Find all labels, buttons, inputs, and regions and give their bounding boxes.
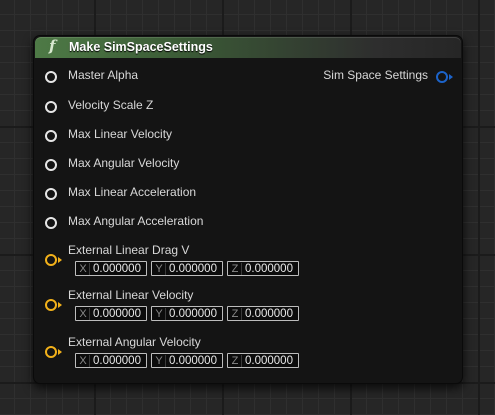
vector-x-field[interactable]: X 0.000000 [75, 261, 147, 276]
vector-x-field[interactable]: X 0.000000 [75, 353, 147, 368]
master-alpha-pin[interactable] [45, 71, 57, 83]
axis-x-label: X [76, 262, 90, 275]
axis-y-value: 0.000000 [169, 354, 217, 367]
external-linear-drag-v-pin[interactable] [45, 254, 62, 266]
max-linear-acceleration-label: Max Linear Acceleration [68, 185, 197, 199]
master-alpha-label: Master Alpha [68, 68, 139, 82]
axis-z-value: 0.000000 [245, 354, 293, 367]
external-linear-drag-v-fields: X 0.000000 Y 0.000000 Z 0.000000 [75, 261, 299, 276]
max-angular-velocity-label: Max Angular Velocity [68, 156, 180, 170]
axis-y-label: Y [152, 354, 166, 367]
vector-z-field[interactable]: Z 0.000000 [227, 306, 299, 321]
axis-x-value: 0.000000 [93, 354, 141, 367]
external-linear-velocity-label: External Linear Velocity [68, 288, 194, 302]
axis-y-label: Y [152, 307, 166, 320]
max-linear-velocity-pin[interactable] [45, 130, 57, 142]
vector-y-field[interactable]: Y 0.000000 [151, 353, 223, 368]
axis-y-value: 0.000000 [169, 307, 217, 320]
external-angular-velocity-label: External Angular Velocity [68, 335, 201, 349]
max-angular-velocity-pin[interactable] [45, 159, 57, 171]
axis-z-value: 0.000000 [245, 307, 293, 320]
axis-z-label: Z [228, 262, 242, 275]
max-angular-acceleration-label: Max Angular Acceleration [68, 214, 204, 228]
output-pin-label: Sim Space Settings [323, 68, 428, 82]
vector-y-field[interactable]: Y 0.000000 [151, 306, 223, 321]
vector-z-field[interactable]: Z 0.000000 [227, 261, 299, 276]
vector-x-field[interactable]: X 0.000000 [75, 306, 147, 321]
external-angular-velocity-fields: X 0.000000 Y 0.000000 Z 0.000000 [75, 353, 299, 368]
max-angular-acceleration-pin[interactable] [45, 217, 57, 229]
make-simspacesettings-node[interactable]: f Make SimSpaceSettings Sim Space Settin… [33, 35, 463, 384]
axis-y-label: Y [152, 262, 166, 275]
node-title: Make SimSpaceSettings [69, 40, 213, 54]
axis-z-label: Z [228, 307, 242, 320]
max-linear-acceleration-pin[interactable] [45, 188, 57, 200]
external-linear-drag-v-label: External Linear Drag V [68, 243, 190, 257]
axis-x-label: X [76, 307, 90, 320]
max-linear-velocity-label: Max Linear Velocity [68, 127, 173, 141]
axis-x-label: X [76, 354, 90, 367]
external-linear-velocity-pin[interactable] [45, 299, 62, 311]
axis-z-value: 0.000000 [245, 262, 293, 275]
node-header[interactable]: f Make SimSpaceSettings [35, 37, 461, 58]
axis-z-label: Z [228, 354, 242, 367]
external-angular-velocity-pin[interactable] [45, 346, 62, 358]
sim-space-settings-output-pin[interactable] [436, 71, 453, 83]
external-linear-velocity-fields: X 0.000000 Y 0.000000 Z 0.000000 [75, 306, 299, 321]
velocity-scale-z-pin[interactable] [45, 101, 57, 113]
axis-x-value: 0.000000 [93, 307, 141, 320]
axis-x-value: 0.000000 [93, 262, 141, 275]
axis-y-value: 0.000000 [169, 262, 217, 275]
velocity-scale-z-label: Velocity Scale Z [68, 98, 154, 112]
vector-y-field[interactable]: Y 0.000000 [151, 261, 223, 276]
function-icon: f [49, 37, 56, 55]
vector-z-field[interactable]: Z 0.000000 [227, 353, 299, 368]
